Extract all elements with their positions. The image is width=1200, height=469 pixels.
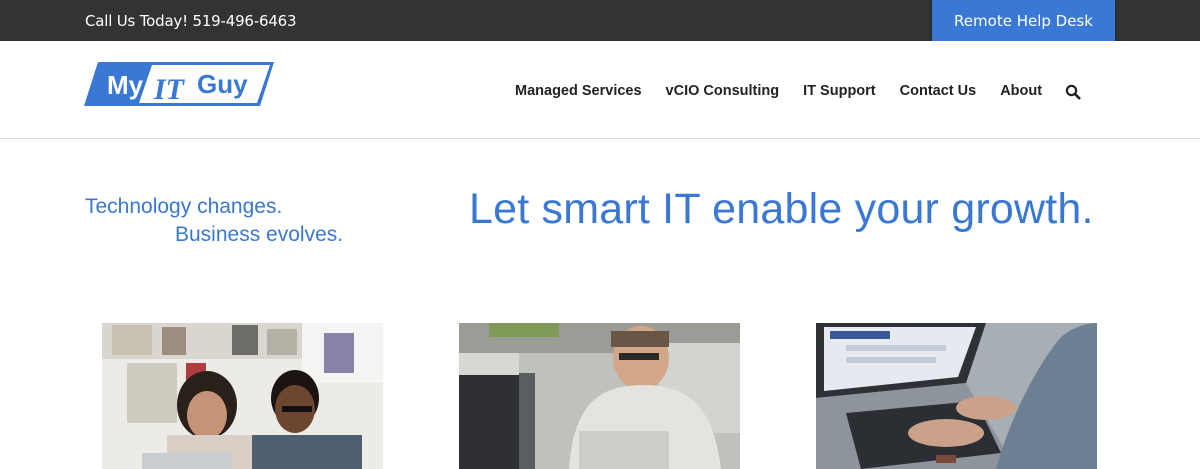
- nav-vcio-consulting[interactable]: vCIO Consulting: [666, 83, 780, 99]
- nav-about[interactable]: About: [1000, 83, 1042, 99]
- nav-managed-services[interactable]: Managed Services: [515, 83, 642, 99]
- team-laptop-photo: [102, 323, 383, 469]
- logo-text-my: My: [107, 70, 144, 100]
- search-icon[interactable]: [1065, 84, 1081, 100]
- tagline-line2: Business evolves.: [175, 223, 344, 246]
- logo-text-guy: Guy: [197, 69, 248, 99]
- phone-text: Call Us Today! 519-496-6463: [85, 12, 297, 30]
- logo[interactable]: My IT Guy: [84, 61, 276, 108]
- nav-contact-us[interactable]: Contact Us: [900, 83, 977, 99]
- logo-text-it: IT: [153, 73, 186, 106]
- hero-headline: Let smart IT enable your growth.: [469, 185, 1094, 233]
- main-nav: Managed Services vCIO Consulting IT Supp…: [515, 83, 1081, 100]
- tagline-line1: Technology changes.: [85, 195, 283, 218]
- man-at-computer-photo: [459, 323, 740, 469]
- nav-it-support[interactable]: IT Support: [803, 83, 876, 99]
- top-bar: Call Us Today! 519-496-6463 Remote Help …: [0, 0, 1200, 41]
- site-header: My IT Guy Managed Services vCIO Consulti…: [0, 41, 1200, 139]
- typing-on-laptop-photo: [816, 323, 1097, 469]
- remote-help-desk-button[interactable]: Remote Help Desk: [932, 0, 1115, 41]
